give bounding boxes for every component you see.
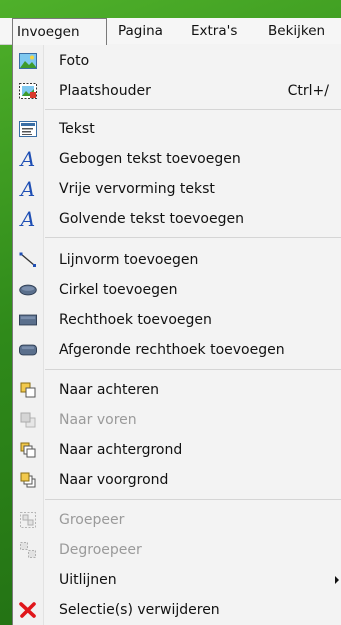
menu-item-label: Naar voorgrond bbox=[59, 472, 169, 488]
group-icon bbox=[19, 512, 37, 528]
menu-bar: Invoegen Pagina Extra's Bekijken bbox=[0, 18, 341, 45]
send-backward-icon bbox=[19, 382, 37, 398]
line-shape-icon bbox=[19, 252, 37, 268]
ungroup-icon bbox=[19, 542, 37, 558]
menu-item-foto[interactable]: Foto bbox=[13, 46, 341, 76]
menu-item-rechthoek[interactable]: Rechthoek toevoegen bbox=[13, 305, 341, 335]
placeholder-icon bbox=[19, 83, 37, 99]
menu-item-label: Rechthoek toevoegen bbox=[59, 312, 212, 328]
menu-item-naar-achtergrond[interactable]: Naar achtergrond bbox=[13, 435, 341, 465]
menu-item-label: Groepeer bbox=[59, 512, 125, 528]
menu-pagina[interactable]: Pagina bbox=[114, 18, 167, 44]
menu-separator bbox=[45, 369, 341, 370]
menu-item-lijnvorm[interactable]: Lijnvorm toevoegen bbox=[13, 245, 341, 275]
send-to-back-icon bbox=[19, 442, 37, 458]
menu-item-label: Naar voren bbox=[59, 412, 137, 428]
menu-item-degroepeer[interactable]: Degroepeer bbox=[13, 535, 341, 565]
menu-item-uitlijnen[interactable]: Uitlijnen bbox=[13, 565, 341, 595]
menu-item-plaatshouder[interactable]: Plaatshouder Ctrl+/ bbox=[13, 76, 341, 106]
menu-item-label: Foto bbox=[59, 53, 90, 69]
menu-item-label: Vrije vervorming tekst bbox=[59, 181, 215, 197]
menu-item-vrije-vervorming[interactable]: A Vrije vervorming tekst bbox=[13, 174, 341, 204]
menu-extras[interactable]: Extra's bbox=[187, 18, 241, 44]
menu-item-label: Golvende tekst toevoegen bbox=[59, 211, 244, 227]
menu-bekijken[interactable]: Bekijken bbox=[264, 18, 329, 44]
menu-item-cirkel[interactable]: Cirkel toevoegen bbox=[13, 275, 341, 305]
menu-item-selectie-verwijderen[interactable]: Selectie(s) verwijderen bbox=[13, 595, 341, 625]
rectangle-icon bbox=[19, 312, 37, 328]
menu-invoegen[interactable]: Invoegen bbox=[12, 18, 107, 45]
delete-icon bbox=[19, 602, 37, 618]
menu-item-label: Degroepeer bbox=[59, 542, 142, 558]
menu-item-label: Uitlijnen bbox=[59, 572, 117, 588]
menu-item-label: Selectie(s) verwijderen bbox=[59, 602, 220, 618]
menu-separator bbox=[45, 237, 341, 238]
invoegen-dropdown-menu: Foto Plaatshouder Ctrl+/ Tekst A Gebogen… bbox=[12, 44, 341, 625]
menu-item-label: Tekst bbox=[59, 121, 95, 137]
menu-item-label: Plaatshouder bbox=[59, 83, 151, 99]
curved-text-icon: A bbox=[20, 147, 36, 171]
menu-item-label: Gebogen tekst toevoegen bbox=[59, 151, 241, 167]
circle-icon bbox=[19, 282, 37, 298]
menu-item-label: Naar achteren bbox=[59, 382, 160, 398]
menu-item-tekst[interactable]: Tekst bbox=[13, 114, 341, 144]
photo-icon bbox=[19, 53, 37, 69]
menu-item-label: Lijnvorm toevoegen bbox=[59, 252, 199, 268]
menu-separator bbox=[45, 109, 341, 110]
menu-item-naar-achteren[interactable]: Naar achteren bbox=[13, 375, 341, 405]
menu-item-label: Cirkel toevoegen bbox=[59, 282, 178, 298]
menu-item-naar-voren[interactable]: Naar voren bbox=[13, 405, 341, 435]
menu-item-label: Naar achtergrond bbox=[59, 442, 183, 458]
freeform-text-icon: A bbox=[20, 177, 36, 201]
menu-item-golvende-tekst[interactable]: A Golvende tekst toevoegen bbox=[13, 204, 341, 234]
menu-item-naar-voorgrond[interactable]: Naar voorgrond bbox=[13, 465, 341, 495]
submenu-arrow-icon bbox=[335, 576, 339, 584]
menu-separator bbox=[45, 499, 341, 500]
shortcut-label: Ctrl+/ bbox=[287, 83, 329, 99]
wavy-text-icon: A bbox=[20, 207, 36, 231]
menu-item-label: Afgeronde rechthoek toevoegen bbox=[59, 342, 285, 358]
bring-forward-icon bbox=[19, 412, 37, 428]
menu-item-afgeronde-rechthoek[interactable]: Afgeronde rechthoek toevoegen bbox=[13, 335, 341, 365]
menu-item-gebogen-tekst[interactable]: A Gebogen tekst toevoegen bbox=[13, 144, 341, 174]
bring-to-front-icon bbox=[19, 472, 37, 488]
rounded-rectangle-icon bbox=[19, 342, 37, 358]
text-box-icon bbox=[19, 121, 37, 137]
menu-item-groepeer[interactable]: Groepeer bbox=[13, 505, 341, 535]
